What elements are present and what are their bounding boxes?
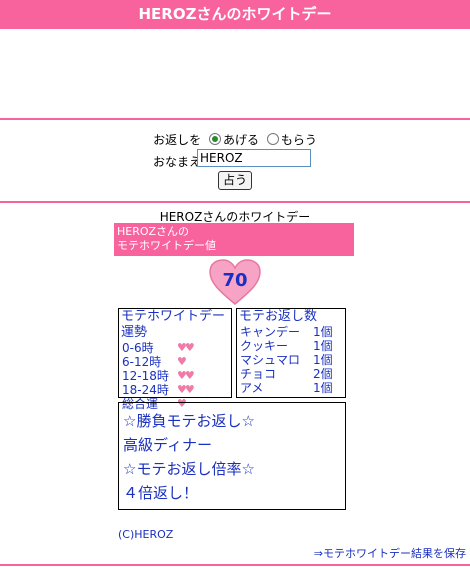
luck-row-label: 0-6時 — [122, 341, 154, 355]
luck-title: モテホワイトデー運勢 — [121, 309, 226, 340]
divider-top — [0, 118, 470, 120]
luck-row-label: 12-18時 — [122, 369, 169, 383]
gift-row: アメ 1個 — [237, 381, 345, 395]
gift-title: モテお返し数 — [239, 309, 318, 324]
hearts-icon: ♥ — [177, 355, 187, 368]
gift-qty: 1個 — [313, 325, 333, 339]
gift-qty: 1個 — [313, 353, 333, 367]
gift-name: クッキー — [240, 339, 289, 353]
luck-row: 0-6時 ♥♥ — [119, 341, 231, 355]
hearts-icon: ♥♥ — [177, 369, 195, 382]
multiplier-heading: ☆モテお返し倍率☆ — [123, 460, 255, 478]
save-result-link[interactable]: ⇒モテホワイトデー結果を保存 — [314, 545, 466, 561]
gift-name: アメ — [240, 381, 264, 395]
gift-row: キャンデー 1個 — [237, 325, 345, 339]
gift-panel: モテお返し数 キャンデー 1個 クッキー 1個 マシュマロ 1個 チョコ 2個 アメ 1個 — [236, 308, 346, 398]
divider-middle — [0, 201, 470, 203]
radio-receive-label[interactable]: もらう — [281, 133, 317, 147]
page-title: HEROZさんのホワイトデー — [138, 5, 332, 23]
return-label: お返しを — [153, 133, 202, 147]
score-label-box: HEROZさんの モテホワイトデー値 — [114, 223, 354, 256]
score-label-line1: HEROZさんの — [117, 225, 190, 238]
special-gift-value: 高級ディナー — [123, 436, 212, 454]
gift-row: マシュマロ 1個 — [237, 353, 345, 367]
score-label-line2: モテホワイトデー値 — [117, 239, 216, 252]
gift-qty: 1個 — [313, 381, 333, 395]
luck-row: 12-18時 ♥♥ — [119, 369, 231, 383]
score-heart: 70 — [208, 258, 262, 306]
divider-bottom — [0, 564, 470, 566]
copyright: (C)HEROZ — [118, 528, 174, 541]
luck-row-label: 18-24時 — [122, 383, 169, 397]
gift-name: キャンデー — [240, 325, 301, 339]
luck-row: 6-12時 ♥ — [119, 355, 231, 369]
radio-give[interactable] — [208, 133, 221, 145]
page-header: HEROZさんのホワイトデー — [0, 0, 470, 29]
gift-name: チョコ — [240, 367, 277, 381]
multiplier-value: ４倍返し！ — [123, 484, 199, 502]
gift-row: チョコ 2個 — [237, 367, 345, 381]
luck-panel: モテホワイトデー運勢 0-6時 ♥♥ 6-12時 ♥ 12-18時 ♥♥ 18-24時… — [118, 308, 232, 411]
name-label: おなまえ — [153, 155, 202, 169]
score-value: 70 — [222, 270, 248, 291]
luck-row-label: 6-12時 — [122, 355, 162, 369]
name-input[interactable] — [197, 149, 311, 167]
special-gift-heading: ☆勝負モテお返し☆ — [123, 412, 255, 430]
luck-row: 18-24時 ♥♥ — [119, 383, 231, 397]
fortune-button[interactable]: 占う — [218, 171, 253, 190]
radio-receive[interactable] — [266, 133, 279, 145]
radio-give-label[interactable]: あげる — [223, 133, 259, 147]
return-choice-row: お返しを あげる もらう — [0, 131, 470, 148]
hearts-icon: ♥♥ — [177, 341, 195, 354]
gift-row: クッキー 1個 — [237, 339, 345, 353]
gift-qty: 1個 — [313, 339, 333, 353]
gift-name: マシュマロ — [240, 353, 301, 367]
special-gift-panel: ☆勝負モテお返し☆ 高級ディナー ☆モテお返し倍率☆ ４倍返し！ — [118, 402, 346, 510]
hearts-icon: ♥♥ — [177, 383, 195, 396]
gift-qty: 2個 — [313, 367, 333, 381]
